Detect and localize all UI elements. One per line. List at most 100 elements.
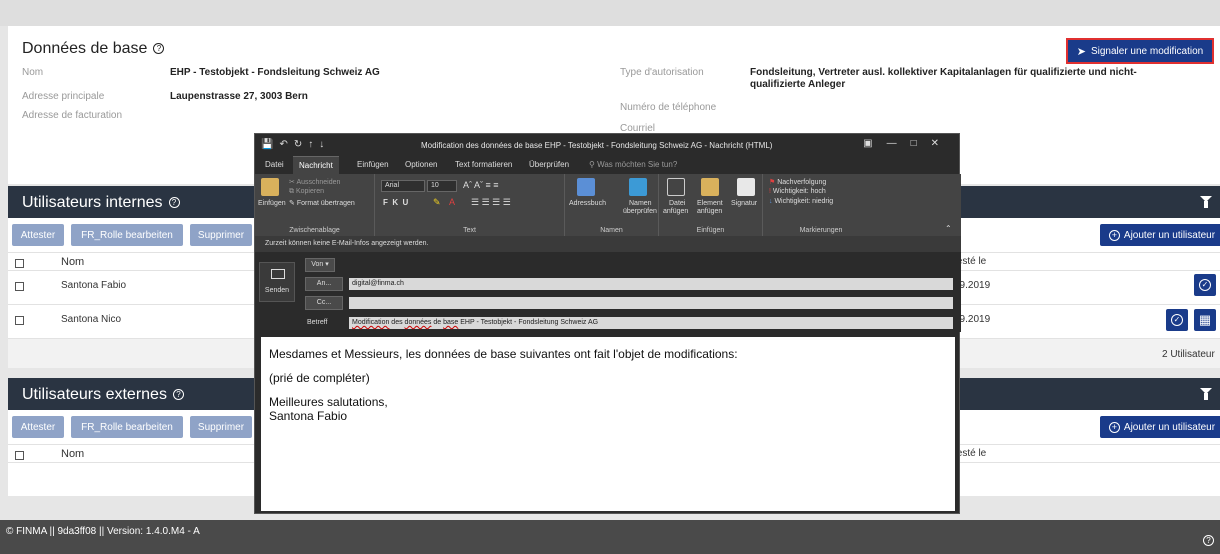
- collapse-ribbon-icon[interactable]: ⌃: [945, 224, 952, 233]
- help-icon[interactable]: ?: [172, 389, 184, 401]
- envelope-icon: [271, 269, 285, 279]
- user-name: Santona Nico: [61, 314, 122, 325]
- bold-italic-underline-icons[interactable]: F K U: [383, 198, 408, 207]
- column-header-name: Nom: [61, 256, 85, 268]
- grow-shrink-font-icon[interactable]: Aˆ Aˇ ≡ ≡: [463, 180, 499, 190]
- window-title: Modification des données de base EHP - T…: [421, 141, 773, 150]
- trash-icon: ▦: [1198, 312, 1212, 327]
- check-circle-icon: ✓: [1199, 279, 1211, 291]
- to-field[interactable]: digital@finma.ch: [349, 278, 953, 290]
- cc-button[interactable]: Cc...: [305, 296, 343, 310]
- attest-row-button[interactable]: ✓: [1194, 274, 1216, 296]
- footer: © FINMA || 9da3ff08 || Version: 1.4.0.M4…: [0, 520, 1220, 554]
- add-user-button[interactable]: + Ajouter un utilisateur: [1100, 416, 1220, 438]
- edit-role-button[interactable]: FR_Rolle bearbeiten: [71, 224, 183, 246]
- insert-group: Datei anfügen Element anfügen Signatur E…: [659, 174, 763, 236]
- tab-nachricht[interactable]: Nachricht: [293, 156, 339, 174]
- delete-row-button[interactable]: ▦: [1194, 309, 1216, 331]
- column-header-name: Nom: [61, 448, 85, 460]
- row-checkbox[interactable]: [15, 316, 24, 325]
- edit-role-button[interactable]: FR_Rolle bearbeiten: [71, 416, 183, 438]
- font-color-icon[interactable]: A: [449, 197, 455, 207]
- authorization-type-label: Type d'autorisation: [620, 67, 704, 78]
- ribbon: Einfügen ✂ Ausschneiden ⧉ Kopieren ✎ For…: [255, 174, 961, 236]
- help-icon[interactable]: ?: [168, 197, 180, 209]
- high-importance-button[interactable]: ! Wichtigkeit: hoch: [769, 188, 826, 195]
- signature-icon[interactable]: [737, 178, 755, 196]
- alignment-icons[interactable]: ☰ ☰ ☰ ☰: [471, 197, 511, 208]
- info-bar: Zurzeit können keine E-Mail-Infos angeze…: [255, 236, 961, 252]
- attest-button[interactable]: Attester: [12, 416, 64, 438]
- paste-icon[interactable]: [261, 178, 279, 196]
- authorization-type-value: Fondsleitung, Vertreter ausl. kollektive…: [750, 67, 1137, 90]
- main-address-value: Laupenstrasse 27, 3003 Bern: [170, 91, 308, 102]
- outlook-compose-window: 💾↶↻↑↓ Modification des données de base E…: [254, 133, 961, 514]
- ribbon-tabs: Datei Nachricht Einfügen Optionen Text f…: [255, 156, 961, 174]
- send-icon: ➤: [1076, 45, 1086, 58]
- message-body[interactable]: Mesdames et Messieurs, les données de ba…: [261, 337, 955, 511]
- tab-optionen[interactable]: Optionen: [405, 160, 437, 169]
- body-line: (prié de compléter): [269, 371, 370, 385]
- cc-field[interactable]: [349, 297, 953, 309]
- plus-circle-icon: +: [1108, 421, 1120, 433]
- basic-data-title: Données de base?: [22, 40, 165, 58]
- plus-circle-icon: +: [1108, 229, 1120, 241]
- footer-version: © FINMA || 9da3ff08 || Version: 1.4.0.M4…: [6, 526, 200, 537]
- help-icon[interactable]: ?: [153, 43, 165, 55]
- text-group: Arial 10 Aˆ Aˇ ≡ ≡ F K U ✎ A ☰ ☰ ☰ ☰ Tex…: [375, 174, 565, 236]
- cut-button[interactable]: ✂ Ausschneiden: [289, 178, 340, 186]
- arrow-down-icon: ↓: [769, 198, 773, 205]
- user-count: 2 Utilisateur: [1162, 349, 1215, 360]
- send-button[interactable]: Senden: [259, 262, 295, 302]
- check-names-icon[interactable]: [629, 178, 647, 196]
- quick-access-toolbar[interactable]: 💾↶↻↑↓: [261, 139, 330, 150]
- user-name: Santona Fabio: [61, 280, 127, 291]
- tab-einfuegen[interactable]: Einfügen: [357, 160, 389, 169]
- body-line: Santona Fabio: [269, 409, 348, 423]
- tell-me-box[interactable]: ⚲ Was möchten Sie tun?: [589, 160, 677, 169]
- font-size-select[interactable]: 10: [427, 180, 457, 192]
- name-value: EHP - Testobjekt - Fondsleitung Schweiz …: [170, 67, 380, 78]
- tab-text-formatieren[interactable]: Text formatieren: [455, 160, 512, 169]
- delete-button[interactable]: Supprimer: [190, 416, 252, 438]
- select-all-checkbox[interactable]: [15, 259, 24, 268]
- delete-button[interactable]: Supprimer: [190, 224, 252, 246]
- paperclip-icon[interactable]: [667, 178, 685, 196]
- address-book-icon[interactable]: [577, 178, 595, 196]
- body-line: Mesdames et Messieurs, les données de ba…: [269, 347, 738, 361]
- row-checkbox[interactable]: [15, 282, 24, 291]
- format-painter-button[interactable]: ✎ Format übertragen: [289, 199, 355, 207]
- top-bar: [0, 0, 1220, 26]
- font-name-select[interactable]: Arial: [381, 180, 425, 192]
- clipboard-group: Einfügen ✂ Ausschneiden ⧉ Kopieren ✎ For…: [255, 174, 375, 236]
- select-all-checkbox[interactable]: [15, 451, 24, 460]
- attest-button[interactable]: Attester: [12, 224, 64, 246]
- to-button[interactable]: An...: [305, 277, 343, 291]
- highlight-icon[interactable]: ✎: [433, 197, 441, 208]
- main-address-label: Adresse principale: [22, 91, 105, 102]
- body-line: Meilleures salutations,: [269, 395, 388, 409]
- attest-row-button[interactable]: ✓: [1166, 309, 1188, 331]
- phone-label: Numéro de téléphone: [620, 102, 717, 113]
- tab-ueberpruefen[interactable]: Überprüfen: [529, 160, 569, 169]
- filter-icon[interactable]: [1200, 196, 1212, 208]
- copy-button[interactable]: ⧉ Kopieren: [289, 188, 324, 196]
- window-title-bar: 💾↶↻↑↓ Modification des données de base E…: [255, 134, 961, 156]
- check-circle-icon: ✓: [1171, 314, 1183, 326]
- external-users-title: Utilisateurs externes: [22, 386, 167, 403]
- message-header: Senden Von ▾ An... digital@finma.ch Cc..…: [255, 252, 961, 332]
- attach-item-icon[interactable]: [701, 178, 719, 196]
- low-importance-button[interactable]: ↓ Wichtigkeit: niedrig: [769, 198, 833, 205]
- from-button[interactable]: Von ▾: [305, 258, 335, 272]
- window-controls[interactable]: ▣—□✕: [863, 138, 953, 149]
- flag-icon: ⚑: [769, 179, 776, 186]
- exclamation-icon: !: [769, 188, 771, 195]
- filter-icon[interactable]: [1200, 388, 1212, 400]
- signal-change-button[interactable]: ➤ Signaler une modification: [1066, 38, 1214, 64]
- help-icon[interactable]: ?: [1203, 535, 1214, 546]
- internal-users-title: Utilisateurs internes: [22, 194, 163, 211]
- add-user-button[interactable]: + Ajouter un utilisateur: [1100, 224, 1220, 246]
- subject-field[interactable]: Modification des données de base EHP - T…: [349, 317, 953, 329]
- tab-datei[interactable]: Datei: [265, 160, 284, 169]
- follow-up-button[interactable]: ⚑ Nachverfolgung: [769, 178, 826, 186]
